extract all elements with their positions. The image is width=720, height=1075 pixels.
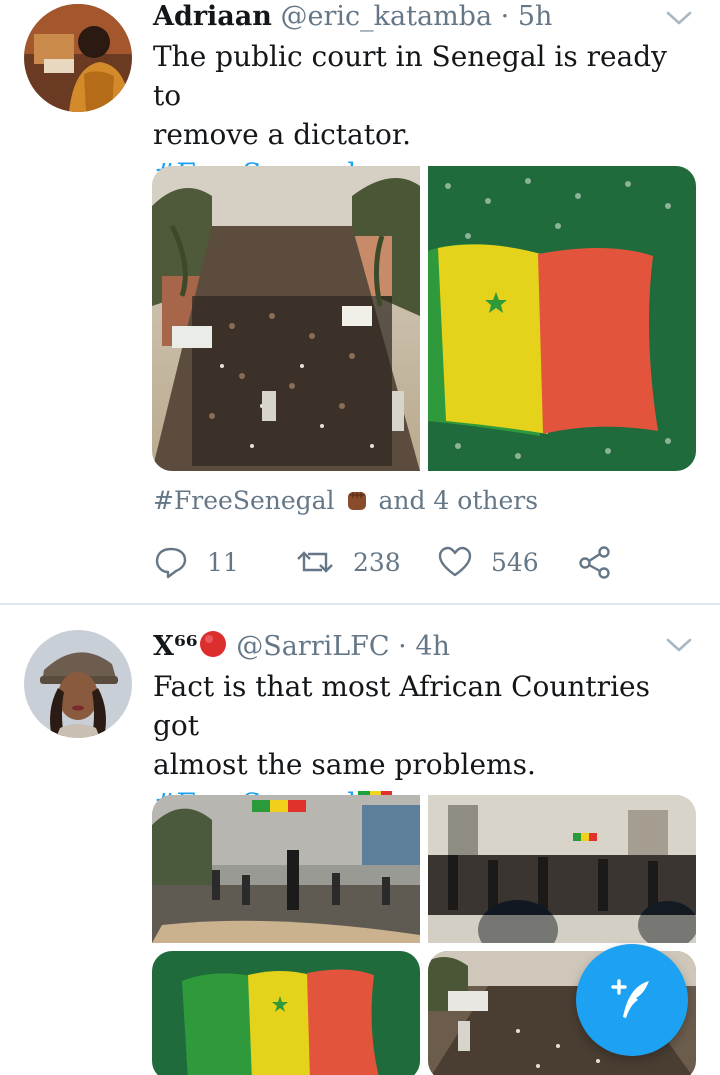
user-handle[interactable]: @eric_katamba <box>281 1 493 32</box>
reply-count: 11 <box>207 547 239 577</box>
tweet-text-line: remove a dictator. <box>153 118 412 151</box>
tweet-text-line: almost the same problems. <box>153 748 536 781</box>
tweet-photo[interactable] <box>152 951 420 1075</box>
avatar[interactable] <box>24 630 132 738</box>
tweet-photo[interactable] <box>152 795 420 943</box>
raised-fist-icon <box>347 491 366 510</box>
tweet-text-line: Fact is that most African Countries got <box>153 670 650 742</box>
hashtag-summary[interactable]: #FreeSenegal and 4 others <box>153 486 538 517</box>
like-icon <box>438 546 472 577</box>
timestamp[interactable]: 4h <box>415 631 450 662</box>
tweet-header: X⁶⁶ @SarriLFC · 4h <box>153 630 450 664</box>
retweet-button[interactable]: 238 <box>295 544 401 580</box>
tweet-text-line: The public court in Senegal is ready to <box>153 40 667 112</box>
user-handle[interactable]: @SarriLFC <box>236 631 389 662</box>
tweet-header: Adriaan @eric_katamba · 5h <box>153 0 552 34</box>
chevron-down-icon[interactable] <box>664 8 694 28</box>
summary-hashtag: #FreeSenegal <box>153 486 335 515</box>
tweet[interactable]: Adriaan @eric_katamba · 5h The public co… <box>0 0 720 604</box>
timestamp[interactable]: 5h <box>518 1 553 32</box>
summary-others: and 4 others <box>378 486 539 515</box>
like-count: 546 <box>491 547 539 577</box>
reply-icon <box>155 547 187 579</box>
tweet-photo[interactable] <box>428 795 696 943</box>
reply-button[interactable]: 11 <box>153 544 239 580</box>
display-name[interactable]: Adriaan <box>153 1 272 32</box>
compose-tweet-icon <box>611 979 649 1018</box>
display-name[interactable]: X⁶⁶ <box>153 631 198 662</box>
compose-tweet-button[interactable] <box>576 944 688 1056</box>
red-circle-icon <box>199 630 226 657</box>
separator-dot: · <box>500 1 510 32</box>
retweet-icon <box>297 551 333 573</box>
tweet-actions: 11 238 546 <box>153 544 623 584</box>
separator-dot: · <box>398 631 407 662</box>
retweet-count: 238 <box>353 547 401 577</box>
tweet-photo[interactable] <box>152 166 420 471</box>
chevron-down-icon[interactable] <box>664 635 694 655</box>
tweet-photo[interactable] <box>428 166 696 471</box>
like-button[interactable]: 546 <box>437 544 539 580</box>
avatar[interactable] <box>24 4 132 112</box>
share-icon <box>579 546 610 579</box>
share-button[interactable] <box>577 544 613 580</box>
